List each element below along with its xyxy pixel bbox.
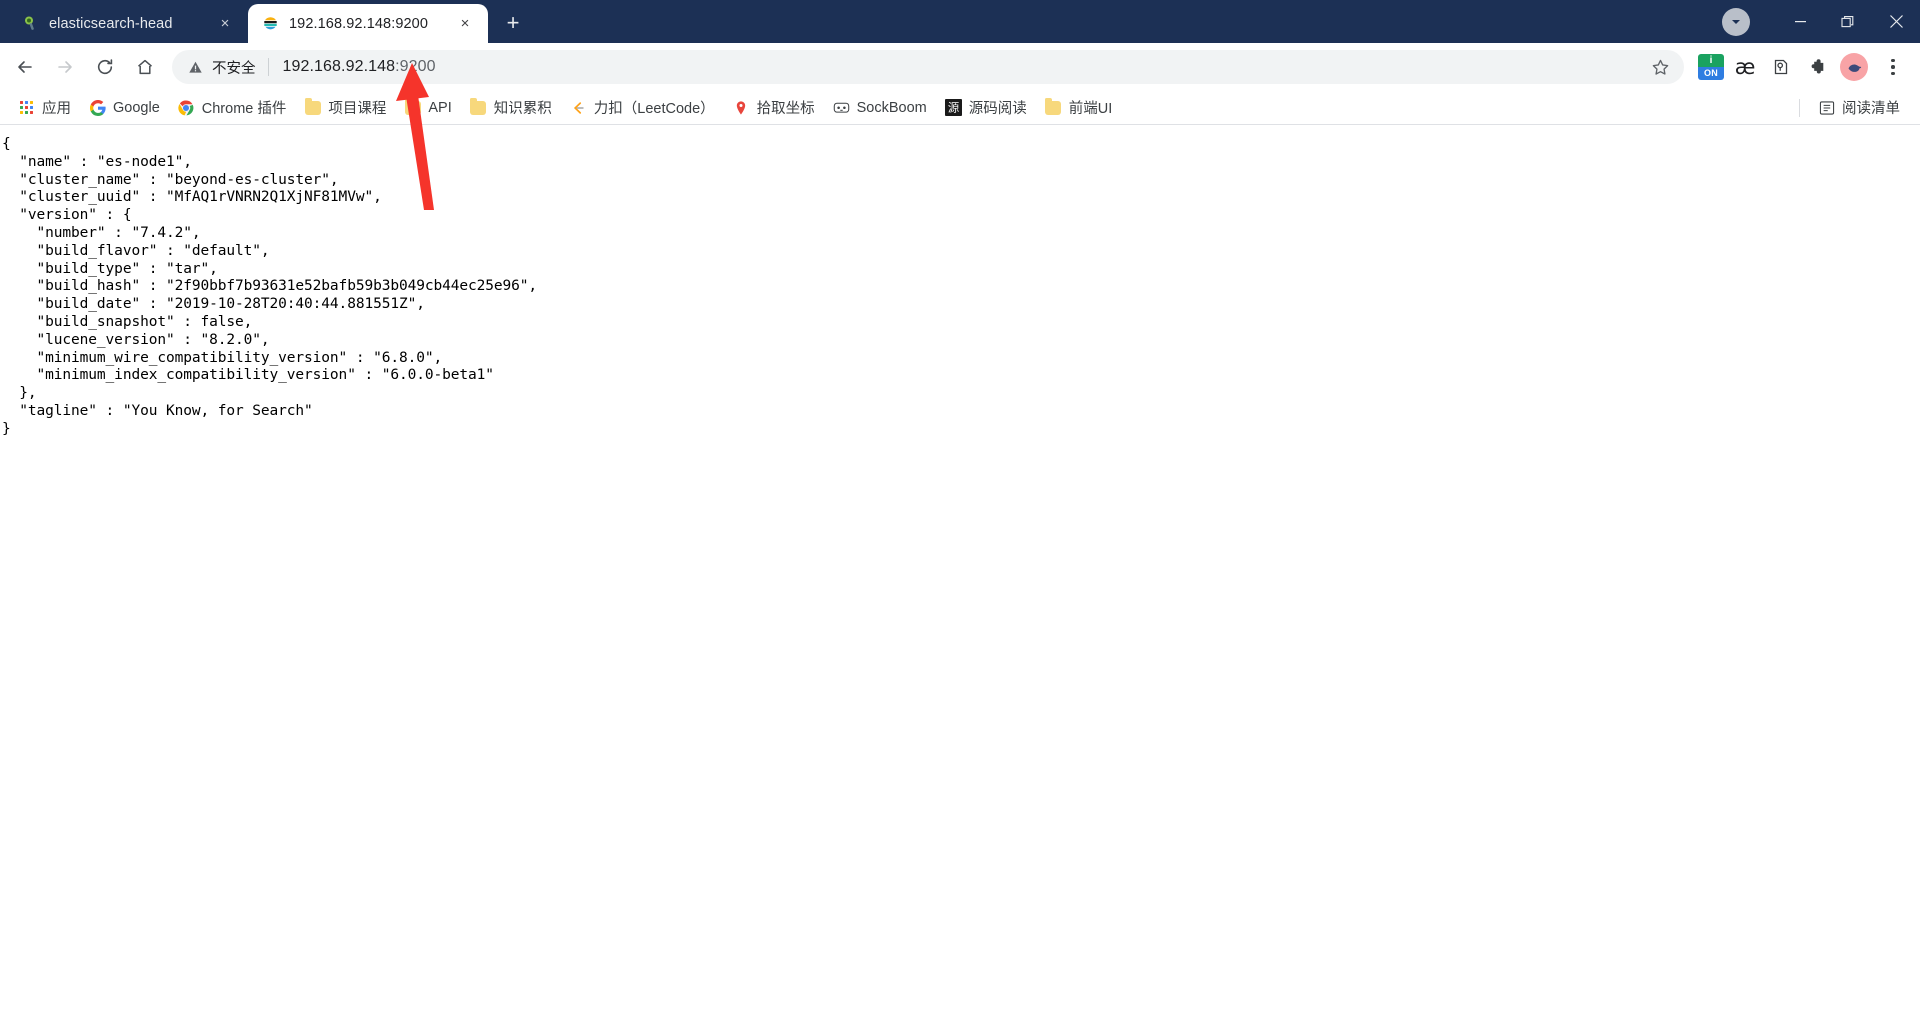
tab-title: 192.168.92.148:9200 xyxy=(289,15,428,32)
bookmark-sockboom[interactable]: SockBoom xyxy=(825,95,935,120)
elasticsearch-head-favicon xyxy=(22,15,39,32)
close-icon[interactable] xyxy=(1872,0,1920,43)
map-pin-icon xyxy=(733,99,750,116)
maximize-restore-icon[interactable] xyxy=(1824,0,1872,43)
source-read-icon: 源 xyxy=(944,99,962,116)
url-host: 192.168.92.148 xyxy=(282,58,396,75)
folder-icon xyxy=(304,97,321,116)
bookmarks-divider xyxy=(1799,98,1800,117)
json-response-body: { "name" : "es-node1", "cluster_name" : … xyxy=(2,136,538,437)
bookmark-leetcode[interactable]: 力扣（LeetCode） xyxy=(562,93,723,122)
ext-bottom-text: ON xyxy=(1698,67,1724,80)
tab-search-icon[interactable] xyxy=(1722,7,1750,36)
address-bar[interactable]: 不安全 192.168.92.148:9200 xyxy=(172,50,1684,84)
folder-icon xyxy=(404,97,421,116)
home-button[interactable] xyxy=(126,48,164,86)
new-tab-button[interactable]: + xyxy=(496,6,530,40)
sockboom-icon xyxy=(833,99,850,116)
reading-list-label: 阅读清单 xyxy=(1842,101,1900,117)
tab-strip: elasticsearch-head × 192.168.92.148:9200… xyxy=(0,0,1920,43)
folder-icon xyxy=(470,97,487,116)
chrome-menu-button[interactable] xyxy=(1876,50,1910,84)
google-g-icon xyxy=(89,99,106,116)
apps-grid-icon xyxy=(18,99,35,116)
bookmark-label: 力扣（LeetCode） xyxy=(593,101,715,117)
bookmark-label: 前端UI xyxy=(1068,101,1113,117)
bookmark-frontend-ui[interactable]: 前端UI xyxy=(1037,93,1121,122)
bookmark-google[interactable]: Google xyxy=(81,95,168,120)
puzzle-extensions-icon[interactable] xyxy=(1802,52,1832,82)
tab-close-button[interactable]: × xyxy=(454,13,476,35)
bookmarks-bar-right: 阅读清单 xyxy=(1799,93,1908,122)
bookmarks-bar: 应用 Google Chrome 插件 项目课程 API 知识累积 力扣（Lee… xyxy=(0,91,1920,125)
leetcode-icon xyxy=(570,99,587,116)
bookmark-label: Google xyxy=(113,99,160,116)
bookmark-apps[interactable]: 应用 xyxy=(10,93,79,122)
reader-extension-icon[interactable] xyxy=(1766,52,1796,82)
bookmark-label: 拾取坐标 xyxy=(756,101,815,117)
tab-close-button[interactable]: × xyxy=(214,13,236,35)
back-button[interactable] xyxy=(6,48,44,86)
bookmark-project-courses[interactable]: 项目课程 xyxy=(296,93,394,122)
reading-list-icon xyxy=(1818,99,1835,116)
forward-button[interactable] xyxy=(46,48,84,86)
bookmark-label: 应用 xyxy=(42,101,71,117)
bookmark-star-icon[interactable] xyxy=(1651,58,1670,77)
page-content: { "name" : "es-node1", "cluster_name" : … xyxy=(0,125,1920,1030)
elasticsearch-favicon xyxy=(262,15,279,32)
chrome-icon xyxy=(178,99,195,116)
bookmark-label: API xyxy=(428,99,452,116)
reload-button[interactable] xyxy=(86,48,124,86)
bookmark-label: 项目课程 xyxy=(328,101,387,117)
reading-list-button[interactable]: 阅读清单 xyxy=(1810,93,1908,122)
url-port: :9200 xyxy=(395,58,436,75)
bookmark-label: 源码阅读 xyxy=(968,101,1027,117)
bookmark-label: Chrome 插件 xyxy=(201,101,287,117)
bookmark-pick-coordinates[interactable]: 拾取坐标 xyxy=(725,93,823,122)
browser-toolbar: 不安全 192.168.92.148:9200 i ON æ xyxy=(0,43,1920,91)
profile-avatar[interactable] xyxy=(1840,53,1868,81)
bookmark-chrome-plugins[interactable]: Chrome 插件 xyxy=(170,93,295,122)
folder-icon xyxy=(1045,97,1062,116)
bookmark-label: SockBoom xyxy=(856,99,927,116)
toolbar-extensions: i ON æ xyxy=(1694,50,1910,84)
omnibox-divider xyxy=(267,58,269,76)
url-text: 192.168.92.148:9200 xyxy=(283,58,436,76)
ext-top-text: i xyxy=(1698,54,1724,67)
bookmark-label: 知识累积 xyxy=(493,101,552,117)
bookmark-source-reading[interactable]: 源 源码阅读 xyxy=(937,93,1035,122)
warning-triangle-icon xyxy=(188,60,203,75)
bookmark-api[interactable]: API xyxy=(396,95,459,120)
svg-text:源: 源 xyxy=(948,101,959,115)
ontab-extension-icon[interactable]: i ON xyxy=(1698,54,1724,80)
window-controls xyxy=(1722,0,1920,43)
bookmark-knowledge[interactable]: 知识累积 xyxy=(462,93,560,122)
ae-extension-icon[interactable]: æ xyxy=(1730,52,1760,82)
tab-title: elasticsearch-head xyxy=(49,15,173,32)
browser-tab-elasticsearch-json[interactable]: 192.168.92.148:9200 × xyxy=(248,4,488,43)
minimize-icon[interactable] xyxy=(1776,0,1824,43)
security-status-label: 不安全 xyxy=(212,60,256,77)
browser-tab-elasticsearch-head[interactable]: elasticsearch-head × xyxy=(8,4,248,43)
